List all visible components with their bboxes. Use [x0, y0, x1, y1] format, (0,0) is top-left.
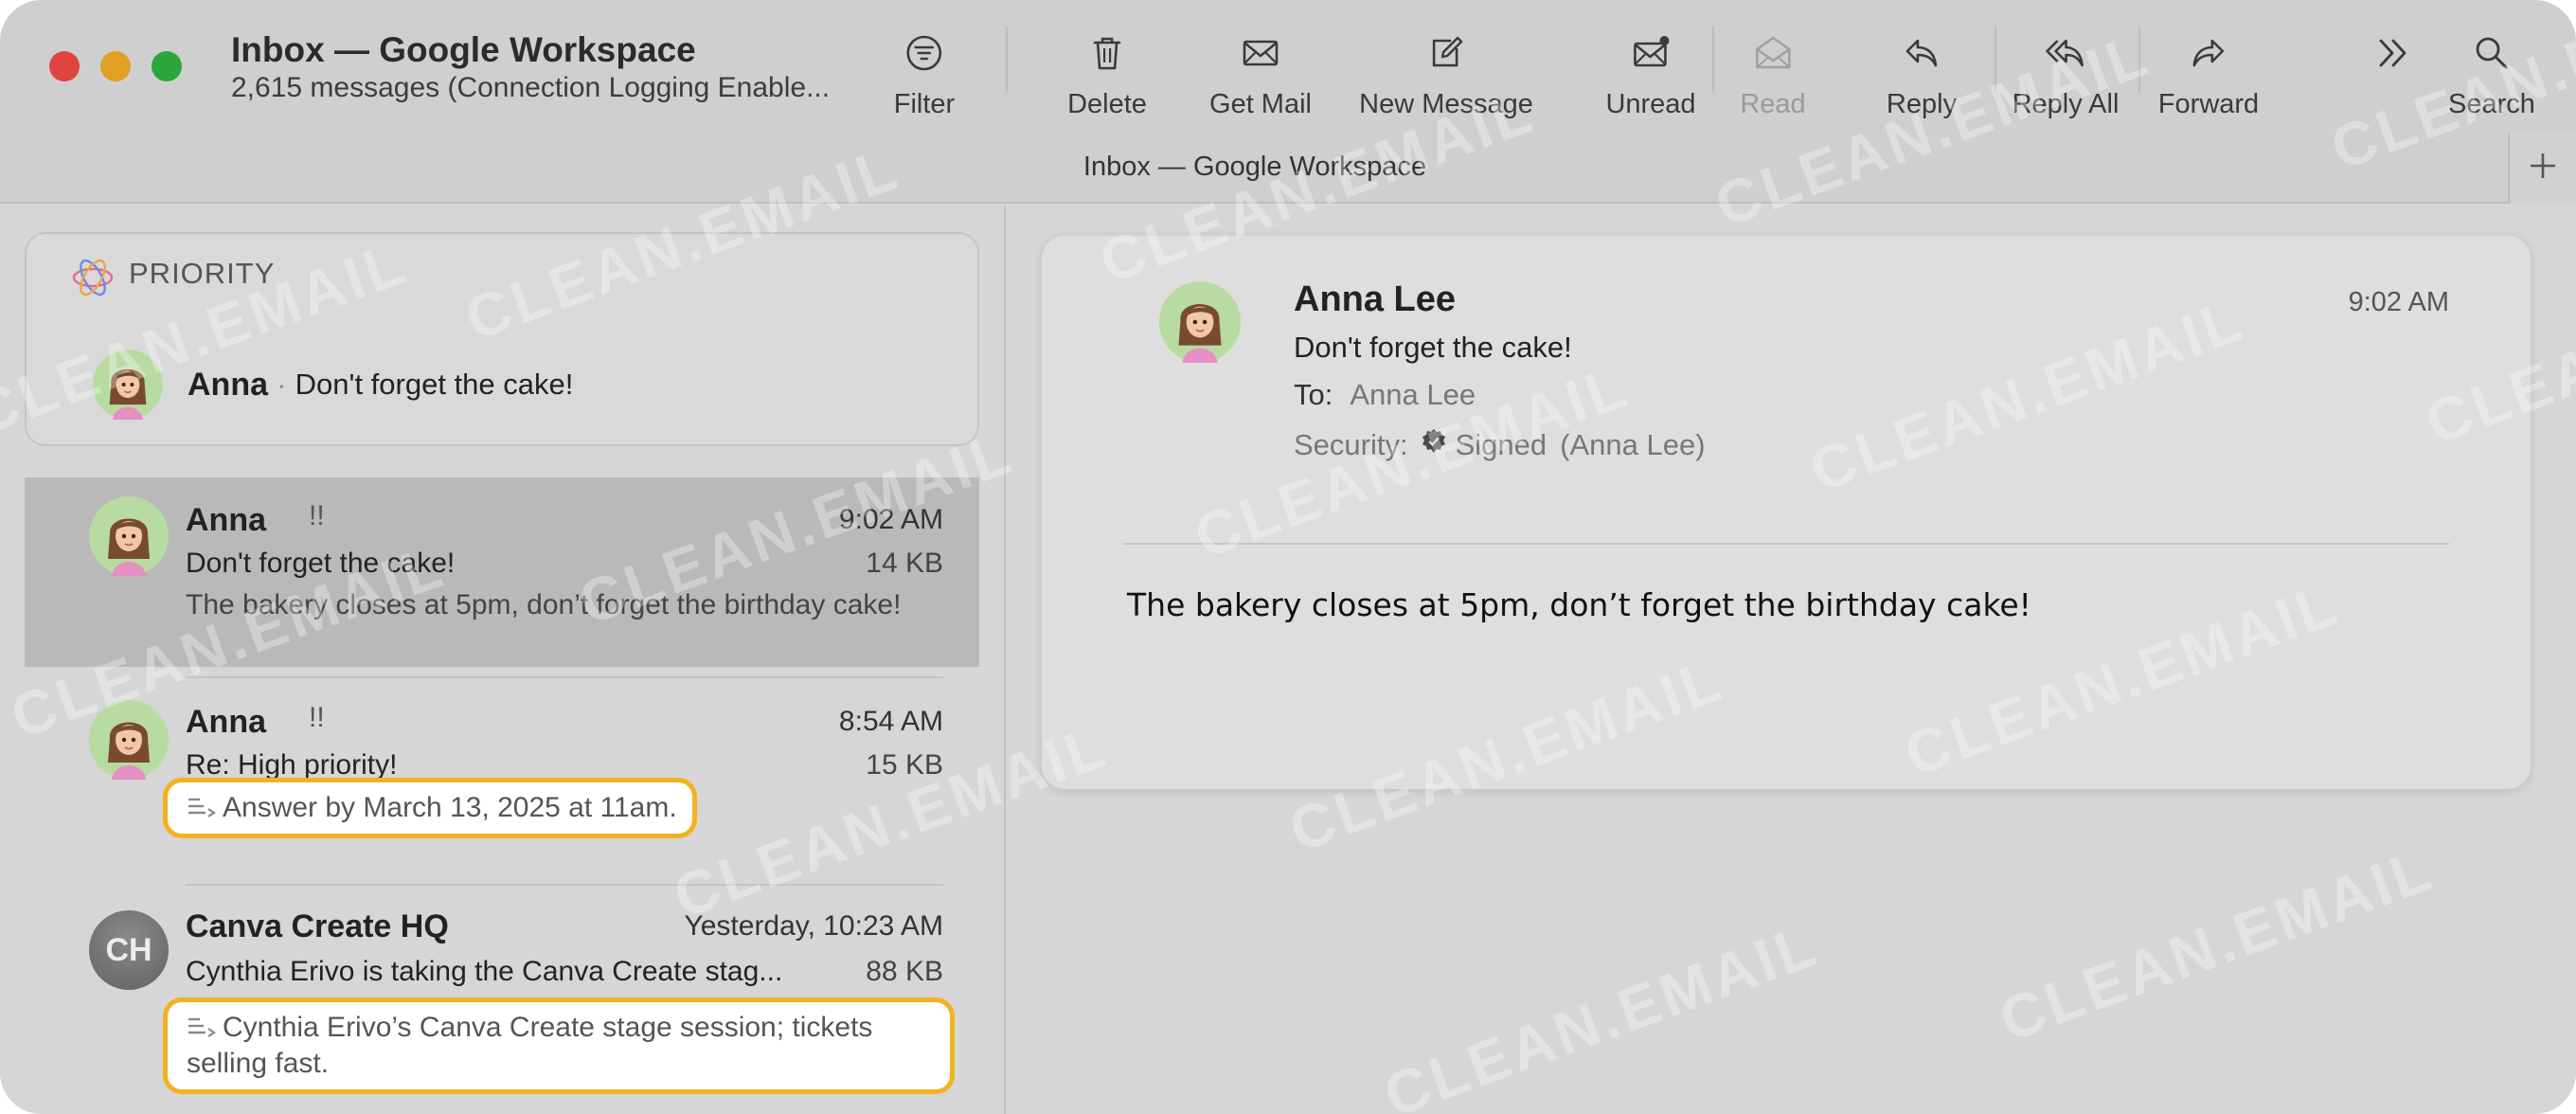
reading-recipients: To: Anna Lee [1294, 378, 1476, 412]
plus-icon [2527, 150, 2559, 187]
message-sender: Anna [186, 502, 266, 538]
priority-flag: !! [309, 702, 325, 733]
delete-button[interactable]: Delete [1067, 28, 1147, 133]
priority-separator: · [277, 369, 286, 399]
message-sender: Anna [186, 704, 266, 740]
message-list: PRIORITY Anna · Don't forget the cake! A… [0, 206, 1006, 1114]
avatar [89, 700, 169, 780]
to-label: To: [1294, 378, 1333, 411]
forward-label: Forward [2157, 89, 2260, 119]
unread-label: Unread [1605, 89, 1696, 119]
priority-flag: !! [309, 500, 325, 531]
avatar [93, 350, 163, 420]
chevron-double-right-icon [2374, 28, 2414, 78]
row-divider [186, 884, 943, 886]
toolbar-divider [1006, 27, 1008, 93]
message-summary: Answer by March 13, 2025 at 11am. [163, 778, 697, 838]
message-subject: Re: High priority! [186, 749, 398, 781]
read-label: Read [1740, 89, 1806, 119]
get-mail-label: Get Mail [1209, 89, 1312, 119]
priority-label: PRIORITY [129, 257, 276, 290]
priority-subject: Don't forget the cake! [295, 368, 574, 401]
filter-button[interactable]: Filter [894, 28, 955, 133]
reply-all-button[interactable]: Reply All [2012, 28, 2120, 133]
priority-header: PRIORITY [72, 257, 276, 296]
message-size: 15 KB [866, 749, 943, 781]
toolbar: Inbox — Google Workspace 2,615 messages … [0, 0, 2576, 204]
toolbar-divider [1712, 27, 1714, 93]
message-count: 2,615 messages (Connection Logging Enabl… [231, 72, 831, 103]
tab-title: Inbox — Google Workspace [1082, 152, 1427, 182]
priority-sparkle-icon [68, 253, 117, 307]
reading-pane: Anna Lee 9:02 AM Don't forget the cake! … [1008, 206, 2576, 1114]
compose-icon [1426, 28, 1466, 78]
new-message-label: New Message [1359, 89, 1533, 119]
mail-window: Inbox — Google Workspace 2,615 messages … [0, 0, 2576, 1114]
search-button[interactable]: Search [2448, 28, 2535, 133]
filter-label: Filter [893, 89, 956, 119]
message-summary: Cynthia Erivo’s Canva Create stage sessi… [163, 997, 955, 1094]
new-message-button[interactable]: New Message [1359, 28, 1533, 133]
get-mail-button[interactable]: Get Mail [1209, 28, 1312, 133]
reading-time: 9:02 AM [2348, 287, 2449, 317]
message-view: Anna Lee 9:02 AM Don't forget the cake! … [1042, 236, 2531, 789]
minimize-window-button[interactable] [100, 51, 131, 81]
summary-text: Answer by March 13, 2025 at 11am. [223, 792, 677, 823]
avatar [89, 496, 169, 576]
priority-section: PRIORITY Anna · Don't forget the cake! [25, 232, 979, 446]
message-time: Yesterday, 10:23 AM [684, 910, 943, 942]
reply-all-icon [2046, 28, 2085, 78]
open-envelope-icon [1753, 28, 1793, 78]
message-preview: The bakery closes at 5pm, don’t forget t… [186, 589, 902, 620]
message-row[interactable]: Anna !! 9:02 AM Don't forget the cake! 1… [25, 477, 979, 667]
zoom-window-button[interactable] [152, 51, 182, 81]
security-value: Signed [1455, 428, 1547, 461]
message-subject: Cynthia Erivo is taking the Canva Create… [186, 956, 783, 987]
summary-text: Cynthia Erivo’s Canva Create stage sessi… [187, 1012, 873, 1079]
message-time: 8:54 AM [838, 706, 943, 737]
row-divider [186, 676, 943, 678]
envelope-icon [1241, 28, 1280, 78]
avatar: CH [89, 910, 169, 990]
priority-sender: Anna [188, 366, 268, 403]
unread-button[interactable]: Unread [1605, 28, 1696, 133]
message-body: The bakery closes at 5pm, don’t forget t… [1127, 586, 2031, 623]
message-sender: Canva Create HQ [186, 908, 449, 944]
message-size: 14 KB [866, 548, 943, 579]
priority-item[interactable]: Anna · Don't forget the cake! [93, 350, 573, 420]
filter-icon [904, 28, 944, 78]
delete-label: Delete [1067, 89, 1147, 119]
header-divider [1123, 543, 2449, 545]
signed-badge-icon [1420, 427, 1448, 463]
to-value[interactable]: Anna Lee [1350, 378, 1476, 411]
reply-button[interactable]: Reply [1887, 28, 1957, 133]
window-title: Inbox — Google Workspace [231, 30, 696, 69]
search-icon [2472, 28, 2512, 78]
summary-icon [188, 1017, 216, 1037]
security-signer: (Anna Lee) [1560, 428, 1706, 461]
toolbar-divider [2138, 27, 2140, 93]
new-tab-button[interactable] [2508, 133, 2576, 204]
forward-icon [2189, 28, 2228, 78]
reply-icon [1902, 28, 1941, 78]
more-toolbar-button[interactable] [2374, 28, 2414, 133]
reading-sender[interactable]: Anna Lee [1294, 279, 1456, 320]
toolbar-divider [1995, 27, 1996, 93]
search-label: Search [2448, 89, 2535, 119]
message-subject: Don't forget the cake! [186, 548, 456, 579]
reading-security: Security: Signed (Anna Lee) [1294, 427, 1706, 463]
close-window-button[interactable] [49, 51, 80, 81]
sender-avatar[interactable] [1159, 281, 1241, 363]
reading-subject: Don't forget the cake! [1294, 331, 1572, 364]
read-button[interactable]: Read [1740, 28, 1806, 133]
reply-label: Reply [1886, 89, 1958, 119]
message-size: 88 KB [866, 956, 943, 987]
trash-icon [1087, 28, 1127, 78]
security-label: Security: [1294, 428, 1408, 461]
unread-envelope-icon [1631, 28, 1671, 78]
message-time: 9:02 AM [838, 504, 943, 535]
summary-icon [188, 798, 216, 818]
reply-all-label: Reply All [2012, 89, 2120, 119]
forward-button[interactable]: Forward [2158, 28, 2259, 133]
